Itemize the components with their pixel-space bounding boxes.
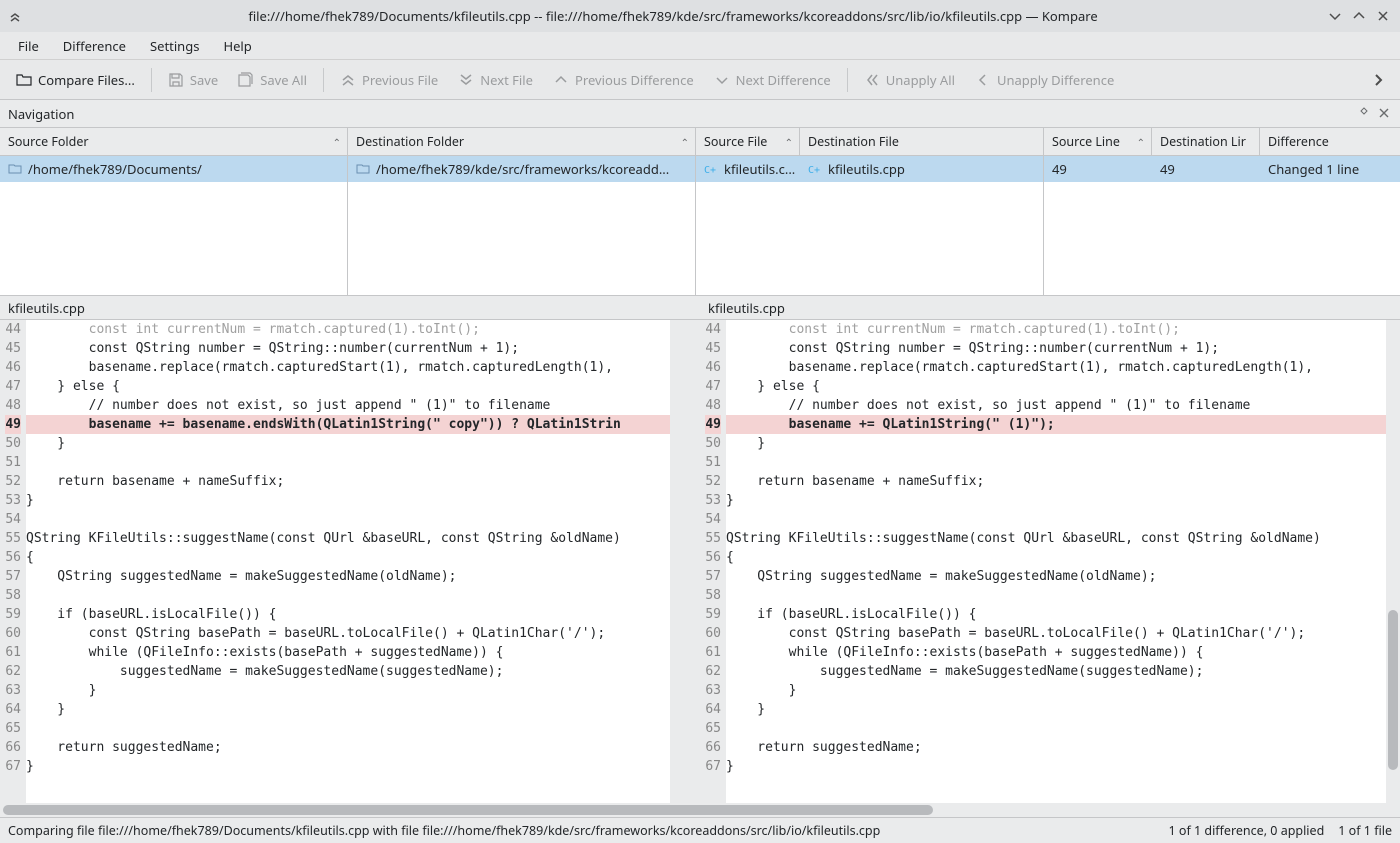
previous-file-button: Previous File: [330, 65, 448, 95]
compare-files-label: Compare Files...: [38, 71, 135, 89]
toolbar: Compare Files... Save Save All Previous …: [0, 60, 1400, 100]
double-left-icon: [864, 72, 880, 88]
compare-files-button[interactable]: Compare Files...: [6, 65, 145, 95]
double-up-icon: [340, 72, 356, 88]
header-destination-line[interactable]: Destination Lir: [1152, 128, 1260, 155]
header-destination-file[interactable]: Destination File: [800, 128, 1043, 155]
header-source-file[interactable]: Source File⌃: [696, 128, 800, 155]
file-label-left: kfileutils.cpp: [0, 296, 700, 319]
header-difference[interactable]: Difference: [1260, 128, 1400, 155]
navigation-title: Navigation: [8, 105, 74, 123]
previous-difference-label: Previous Difference: [575, 71, 694, 89]
folder-icon: [356, 162, 370, 176]
folder-icon: [8, 162, 22, 176]
maximize-button[interactable]: [1350, 7, 1368, 25]
expand-icon[interactable]: [8, 9, 26, 23]
source-folder-row[interactable]: /home/fhek789/Documents/: [0, 156, 347, 182]
file-label-right: kfileutils.cpp: [700, 296, 1400, 319]
unapply-difference-label: Unapply Difference: [997, 71, 1114, 89]
menubar: File Difference Settings Help: [0, 32, 1400, 60]
next-difference-label: Next Difference: [736, 71, 831, 89]
toolbar-separator: [323, 68, 324, 92]
svg-text:C+: C+: [808, 165, 820, 176]
svg-text:C+: C+: [704, 165, 716, 176]
toolbar-separator: [847, 68, 848, 92]
horizontal-scrollbar[interactable]: [0, 803, 1400, 817]
save-all-label: Save All: [260, 71, 307, 89]
center-gap: [670, 320, 700, 803]
source-line-value: 49: [1044, 160, 1152, 178]
folder-open-icon: [16, 72, 32, 88]
destination-folder-row[interactable]: /home/fhek789/kde/src/frameworks/kcoread…: [348, 156, 695, 182]
navigation-header: Navigation: [0, 100, 1400, 128]
chevron-left-icon: [975, 72, 991, 88]
next-file-button: Next File: [448, 65, 543, 95]
destination-gutter: 4445464748495051525354555657585960616263…: [700, 320, 726, 803]
scrollbar-thumb[interactable]: [1388, 610, 1398, 770]
hscrollbar-thumb[interactable]: [3, 805, 933, 815]
header-source-folder[interactable]: Source Folder⌃: [0, 128, 347, 155]
cpp-file-icon: C+: [704, 162, 718, 176]
unapply-all-button: Unapply All: [854, 65, 965, 95]
save-label: Save: [190, 71, 218, 89]
previous-difference-button: Previous Difference: [543, 65, 704, 95]
sort-asc-icon: ⌃: [333, 135, 341, 149]
save-all-icon: [238, 72, 254, 88]
sort-asc-icon: ⌃: [785, 135, 793, 149]
status-diff-count: 1 of 1 difference, 0 applied: [1168, 822, 1324, 839]
window-title: file:///home/fhek789/Documents/kfileutil…: [26, 7, 1320, 25]
destination-folder-value: /home/fhek789/kde/src/frameworks/kcoread…: [376, 160, 669, 178]
next-difference-button: Next Difference: [704, 65, 841, 95]
double-down-icon: [458, 72, 474, 88]
source-folder-value: /home/fhek789/Documents/: [28, 160, 202, 178]
minimize-button[interactable]: [1326, 7, 1344, 25]
destination-pane[interactable]: 4445464748495051525354555657585960616263…: [700, 320, 1400, 803]
toolbar-overflow-button[interactable]: [1364, 65, 1394, 95]
file-labels: kfileutils.cpp kfileutils.cpp: [0, 296, 1400, 320]
undock-icon[interactable]: [1358, 107, 1372, 121]
next-file-label: Next File: [480, 71, 533, 89]
sort-asc-icon: ⌃: [681, 135, 689, 149]
unapply-difference-button: Unapply Difference: [965, 65, 1124, 95]
destination-line-value: 49: [1152, 160, 1260, 178]
toolbar-separator: [151, 68, 152, 92]
source-code[interactable]: const int currentNum = rmatch.captured(1…: [26, 320, 670, 803]
source-pane[interactable]: 4445464748495051525354555657585960616263…: [0, 320, 700, 803]
status-left: Comparing file file:///home/fhek789/Docu…: [8, 822, 1168, 839]
sort-asc-icon: ⌃: [1137, 135, 1145, 149]
difference-row[interactable]: 49 49 Changed 1 line: [1044, 156, 1400, 182]
header-destination-folder[interactable]: Destination Folder⌃: [348, 128, 695, 155]
menu-difference[interactable]: Difference: [51, 33, 138, 59]
cpp-file-icon: C+: [808, 162, 822, 176]
close-panel-icon[interactable]: [1378, 107, 1392, 121]
menu-file[interactable]: File: [6, 33, 51, 59]
save-button: Save: [158, 65, 228, 95]
chevron-up-icon: [553, 72, 569, 88]
destination-code[interactable]: const int currentNum = rmatch.captured(1…: [726, 320, 1400, 803]
file-row[interactable]: C+ kfileutils.c... C+ kfileutils.cpp: [696, 156, 1043, 182]
header-source-line[interactable]: Source Line⌃: [1044, 128, 1152, 155]
chevron-down-icon: [714, 72, 730, 88]
source-file-value: kfileutils.c...: [724, 160, 795, 178]
diff-view: 4445464748495051525354555657585960616263…: [0, 320, 1400, 803]
save-icon: [168, 72, 184, 88]
status-file-count: 1 of 1 file: [1338, 822, 1392, 839]
menu-settings[interactable]: Settings: [138, 33, 211, 59]
destination-file-value: kfileutils.cpp: [828, 160, 905, 178]
vertical-scrollbar[interactable]: [1386, 320, 1400, 803]
previous-file-label: Previous File: [362, 71, 438, 89]
navigation-panels: Source Folder⌃ /home/fhek789/Documents/ …: [0, 128, 1400, 296]
close-button[interactable]: [1374, 7, 1392, 25]
difference-value: Changed 1 line: [1260, 160, 1400, 178]
menu-help[interactable]: Help: [211, 33, 263, 59]
save-all-button: Save All: [228, 65, 317, 95]
titlebar: file:///home/fhek789/Documents/kfileutil…: [0, 0, 1400, 32]
statusbar: Comparing file file:///home/fhek789/Docu…: [0, 817, 1400, 843]
source-gutter: 4445464748495051525354555657585960616263…: [0, 320, 26, 803]
unapply-all-label: Unapply All: [886, 71, 955, 89]
